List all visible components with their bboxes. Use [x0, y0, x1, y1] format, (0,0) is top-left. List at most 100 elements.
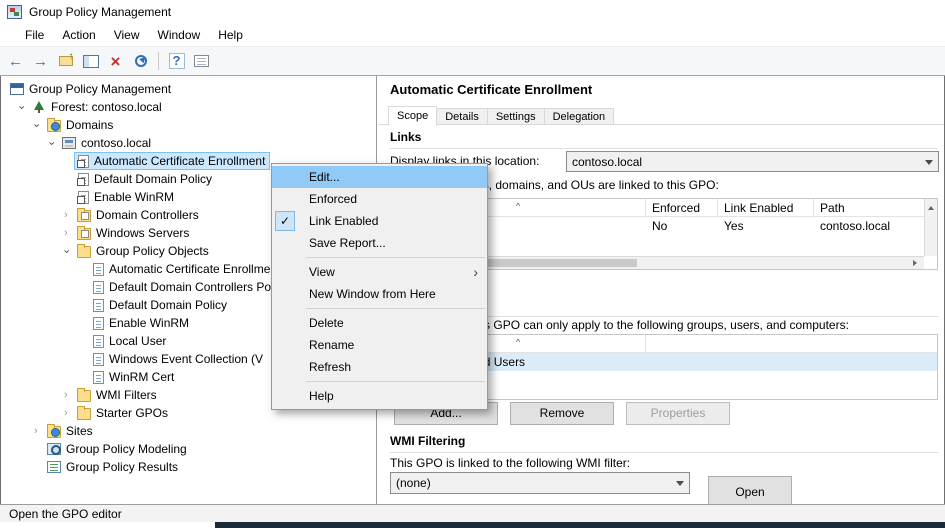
chevron-expanded-icon[interactable]: › — [64, 246, 75, 257]
tree-item-label: Automatic Certificate Enrollment — [109, 262, 280, 276]
checkmark-icon: ✓ — [275, 211, 295, 231]
chevron-collapsed-icon[interactable]: › — [64, 228, 75, 239]
menu-item-save-report[interactable]: Save Report... — [272, 232, 487, 254]
up-one-level-button[interactable] — [54, 50, 77, 72]
folder-icon — [77, 390, 91, 402]
properties-button[interactable]: Properties — [626, 402, 730, 425]
column-header-enforced[interactable]: Enforced — [646, 199, 718, 217]
gpo-link-icon — [78, 173, 89, 186]
menu-item-label: Refresh — [309, 360, 351, 374]
help-button[interactable]: ? — [165, 50, 188, 72]
forward-button[interactable]: → — [29, 50, 52, 72]
menu-item-delete[interactable]: Delete — [272, 312, 487, 334]
back-button[interactable]: ← — [4, 50, 27, 72]
menu-item-link-enabled[interactable]: ✓ Link Enabled — [272, 210, 487, 232]
tree-item-group-policy-modeling[interactable]: › Group Policy Modeling — [0, 440, 376, 458]
domain-icon — [62, 137, 76, 149]
menu-item-label: Save Report... — [309, 236, 386, 250]
window-title: Group Policy Management — [29, 5, 171, 19]
menu-item-view[interactable]: View › — [272, 261, 487, 283]
menu-help[interactable]: Help — [209, 26, 252, 44]
menu-item-label: Edit... — [309, 170, 340, 184]
gpo-icon — [93, 335, 104, 348]
tree-item-label: Local User — [109, 334, 166, 348]
app-icon — [7, 5, 22, 19]
tree-item-label: Domain Controllers — [96, 208, 199, 222]
tab-scope[interactable]: Scope — [388, 106, 437, 126]
menu-file[interactable]: File — [16, 26, 53, 44]
tree-item-label: Starter GPOs — [96, 406, 168, 420]
show-console-tree-button[interactable] — [79, 50, 102, 72]
tab-settings[interactable]: Settings — [487, 108, 545, 125]
folder-icon — [77, 246, 91, 258]
refresh-button[interactable] — [129, 50, 152, 72]
menu-item-edit[interactable]: Edit... — [272, 166, 487, 188]
remove-button[interactable]: Remove — [510, 402, 614, 425]
context-menu: Edit... Enforced ✓ Link Enabled Save Rep… — [271, 163, 488, 410]
menu-view[interactable]: View — [105, 26, 149, 44]
location-combobox[interactable]: contoso.local — [566, 151, 939, 172]
tree-item-label: Group Policy Management — [29, 82, 171, 96]
tab-details[interactable]: Details — [436, 108, 488, 125]
tree-item-label: Windows Servers — [96, 226, 189, 240]
gpo-icon — [93, 317, 104, 330]
tree-item-label: Default Domain Controllers Policy — [109, 280, 288, 294]
menu-item-label: Enforced — [309, 192, 357, 206]
chevron-collapsed-icon[interactable]: › — [64, 408, 75, 419]
export-list-icon — [194, 55, 209, 67]
toolbar: ← → × ? — [0, 46, 945, 76]
tree-item-group-policy-results[interactable]: › Group Policy Results — [0, 458, 376, 476]
chevron-collapsed-icon[interactable]: › — [34, 426, 45, 437]
tree-item-label: WMI Filters — [96, 388, 157, 402]
tree-item-label: Default Domain Policy — [109, 298, 227, 312]
menu-item-label: Rename — [309, 338, 354, 352]
domains-folder-icon — [47, 120, 61, 132]
menu-window[interactable]: Window — [149, 26, 210, 44]
tree-item-sites[interactable]: › Sites — [0, 422, 376, 440]
cell-enforced: No — [646, 217, 718, 235]
tree-item-group-policy-management[interactable]: Group Policy Management — [0, 80, 376, 98]
export-list-button[interactable] — [190, 50, 213, 72]
console-icon — [10, 83, 24, 95]
delete-button[interactable]: × — [104, 50, 127, 72]
tree-item-label: Group Policy Objects — [96, 244, 209, 258]
menu-item-new-window-from-here[interactable]: New Window from Here — [272, 283, 487, 305]
wmi-filter-combobox[interactable]: (none) — [390, 472, 690, 494]
menu-item-help[interactable]: Help — [272, 385, 487, 407]
menu-item-enforced[interactable]: Enforced — [272, 188, 487, 210]
chevron-expanded-icon[interactable]: › — [49, 138, 60, 149]
column-header-link-enabled[interactable]: Link Enabled — [718, 199, 814, 217]
ou-icon — [77, 228, 91, 240]
chevron-expanded-icon[interactable]: › — [19, 102, 30, 113]
tree-item-contoso-local[interactable]: › contoso.local — [0, 134, 376, 152]
tree-item-domains[interactable]: › Domains — [0, 116, 376, 134]
taskbar[interactable] — [0, 522, 945, 528]
links-vertical-scrollbar[interactable] — [924, 199, 937, 256]
sites-folder-icon — [47, 426, 61, 438]
menu-separator — [306, 257, 485, 258]
gpo-link-icon — [78, 155, 89, 168]
tree-item-label: contoso.local — [81, 136, 151, 150]
tree-item-label: Enable WinRM — [94, 190, 174, 204]
column-label: Enforced — [652, 201, 700, 215]
open-button[interactable]: Open — [708, 476, 792, 504]
refresh-icon — [135, 55, 147, 67]
sort-ascending-icon: ^ — [516, 333, 520, 351]
tree-item-forest[interactable]: › Forest: contoso.local — [0, 98, 376, 116]
menu-item-label: Delete — [309, 316, 344, 330]
chevron-collapsed-icon[interactable]: › — [64, 390, 75, 401]
column-header-path[interactable]: Path — [814, 199, 924, 217]
help-icon: ? — [169, 53, 185, 69]
tab-delegation[interactable]: Delegation — [544, 108, 615, 125]
gpo-icon — [93, 353, 104, 366]
chevron-collapsed-icon[interactable]: › — [64, 210, 75, 221]
menu-bar: File Action View Window Help — [0, 24, 945, 46]
up-one-level-icon — [59, 56, 73, 66]
menu-item-rename[interactable]: Rename — [272, 334, 487, 356]
menu-action[interactable]: Action — [53, 26, 104, 44]
chevron-expanded-icon[interactable]: › — [34, 120, 45, 131]
menu-item-refresh[interactable]: Refresh — [272, 356, 487, 378]
menu-separator — [306, 308, 485, 309]
wmi-description: This GPO is linked to the following WMI … — [390, 456, 630, 470]
cell-link-enabled: Yes — [718, 217, 814, 235]
